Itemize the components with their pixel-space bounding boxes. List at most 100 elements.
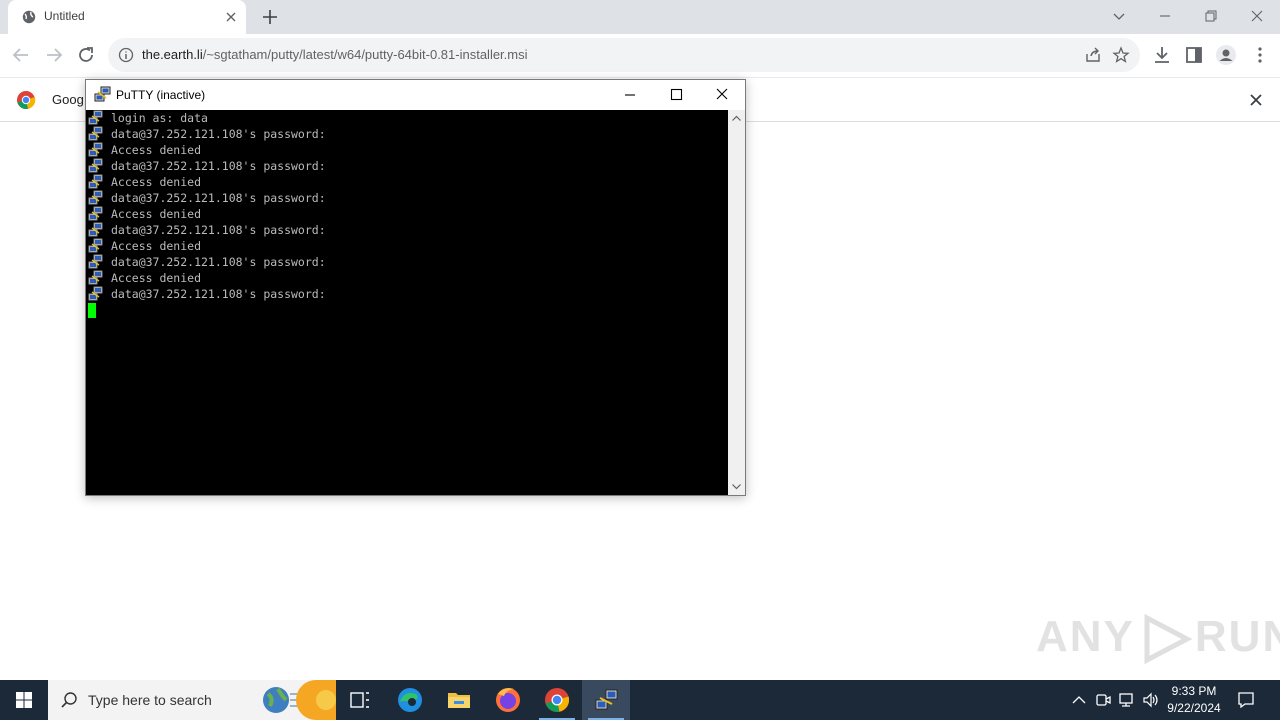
share-icon[interactable] <box>1084 46 1102 64</box>
putty-title: PuTTY (inactive) <box>116 88 206 102</box>
putty-icon <box>94 86 111 102</box>
desktop-screen: Untitled the.earth.li/~sgtatham/putty/la… <box>0 0 1280 720</box>
bookmark-star-icon[interactable] <box>1112 46 1130 64</box>
terminal-line-text: Access denied <box>111 239 202 253</box>
terminal-line-text: Access denied <box>111 207 202 221</box>
side-panel-icon[interactable] <box>1183 44 1205 66</box>
terminal-line-text: Access denied <box>111 143 202 157</box>
play-logo-icon <box>1144 614 1193 665</box>
terminal-line: Access denied <box>86 174 728 190</box>
firefox-icon[interactable] <box>484 680 532 720</box>
putty-line-icon <box>88 254 103 269</box>
scroll-down-arrow-icon[interactable] <box>728 478 745 495</box>
reload-icon[interactable] <box>75 44 97 66</box>
terminal-line: Access denied <box>86 270 728 286</box>
browser-toolbar: the.earth.li/~sgtatham/putty/latest/w64/… <box>0 34 1280 77</box>
file-explorer-icon[interactable] <box>435 680 483 720</box>
putty-line-icon <box>88 142 103 157</box>
terminal-output[interactable]: login as: data data@37.252.121.108's pas… <box>86 110 728 495</box>
terminal-line-text: data@37.252.121.108's password: <box>111 159 326 173</box>
show-hidden-icons-chevron-icon[interactable] <box>1070 691 1088 709</box>
putty-line-icon <box>88 286 103 301</box>
notification-center-icon[interactable] <box>1236 690 1256 710</box>
windows-start-icon[interactable] <box>0 680 48 720</box>
globe-icon <box>22 10 36 24</box>
chrome-icon <box>545 688 570 712</box>
network-icon[interactable] <box>1118 691 1136 709</box>
close-infobar-icon[interactable] <box>1248 92 1264 108</box>
putty-line-icon <box>88 270 103 285</box>
search-placeholder: Type here to search <box>88 692 212 708</box>
terminal-line: login as: data <box>86 110 728 126</box>
terminal-line-text: data@37.252.121.108's password: <box>111 223 326 237</box>
close-tab-icon[interactable] <box>222 8 240 26</box>
terminal-line: data@37.252.121.108's password: <box>86 222 728 238</box>
terminal-line-text: data@37.252.121.108's password: <box>111 191 326 205</box>
terminal-line-text: data@37.252.121.108's password: <box>111 127 326 141</box>
putty-title-bar[interactable]: PuTTY (inactive) <box>86 80 745 110</box>
putty-line-icon <box>88 238 103 253</box>
terminal-line: data@37.252.121.108's password: <box>86 190 728 206</box>
putty-line-icon <box>88 110 103 125</box>
chrome-taskbar-button[interactable] <box>533 680 581 720</box>
terminal-line: Access denied <box>86 206 728 222</box>
forward-arrow-icon[interactable] <box>43 44 65 66</box>
close-window-icon[interactable] <box>1247 6 1267 26</box>
back-arrow-icon[interactable] <box>10 44 32 66</box>
tab-strip: Untitled <box>0 0 1280 34</box>
putty-line-icon <box>88 174 103 189</box>
url-host: the.earth.li <box>142 47 203 62</box>
terminal-line: data@37.252.121.108's password: <box>86 254 728 270</box>
address-bar[interactable]: the.earth.li/~sgtatham/putty/latest/w64/… <box>108 38 1140 72</box>
search-highlight-illustration-icon <box>263 680 336 720</box>
minimize-icon[interactable] <box>1155 6 1175 26</box>
putty-maximize-icon[interactable] <box>653 80 699 110</box>
download-icon[interactable] <box>1151 44 1173 66</box>
url-text[interactable]: the.earth.li/~sgtatham/putty/latest/w64/… <box>142 47 528 62</box>
putty-minimize-icon[interactable] <box>607 80 653 110</box>
new-tab-icon[interactable] <box>260 7 280 27</box>
putty-line-icon <box>88 126 103 141</box>
chrome-logo-icon <box>17 91 36 109</box>
edge-browser-icon[interactable] <box>386 680 434 720</box>
restore-icon[interactable] <box>1201 6 1221 26</box>
putty-line-icon <box>88 158 103 173</box>
terminal-line-text: data@37.252.121.108's password: <box>111 287 326 301</box>
scroll-up-arrow-icon[interactable] <box>728 110 745 127</box>
terminal-line-text: Access denied <box>111 271 202 285</box>
terminal-line: data@37.252.121.108's password: <box>86 286 728 302</box>
menu-kebab-icon[interactable] <box>1249 44 1271 66</box>
taskbar-search-box[interactable]: Type here to search <box>48 680 336 720</box>
terminal-line: Access denied <box>86 238 728 254</box>
clock-date: 9/22/2024 <box>1167 701 1221 715</box>
putty-taskbar-button[interactable] <box>582 680 630 720</box>
anyrun-watermark: ANY RUN <box>1036 612 1280 665</box>
url-path: /~sgtatham/putty/latest/w64/putty-64bit-… <box>202 47 528 62</box>
putty-scrollbar[interactable] <box>728 110 745 495</box>
putty-line-icon <box>88 206 103 221</box>
profile-avatar-icon[interactable] <box>1215 44 1237 66</box>
putty-taskbar-icon <box>595 689 618 710</box>
putty-line-icon <box>88 222 103 237</box>
task-view-icon[interactable] <box>336 680 384 720</box>
search-icon <box>61 692 77 708</box>
terminal-cursor <box>88 303 96 318</box>
volume-icon[interactable] <box>1142 691 1160 709</box>
clock-time: 9:33 PM <box>1171 684 1217 698</box>
terminal-line: data@37.252.121.108's password: <box>86 158 728 174</box>
tab-untitled[interactable]: Untitled <box>8 0 246 34</box>
tab-search-chevron-icon[interactable] <box>1109 6 1129 26</box>
watermark-left: ANY <box>1036 612 1135 661</box>
putty-close-icon[interactable] <box>699 80 745 110</box>
system-clock[interactable]: 9:33 PM 9/22/2024 <box>1160 683 1228 717</box>
meet-now-icon[interactable] <box>1094 691 1112 709</box>
terminal-line-text: data@37.252.121.108's password: <box>111 255 326 269</box>
info-bar-text: Goog <box>52 92 84 107</box>
putty-window[interactable]: PuTTY (inactive) login as: data data@37.… <box>85 79 746 496</box>
windows-taskbar: Type here to search 9:33 PM 9/22/2024 <box>0 680 1280 720</box>
watermark-right: RUN <box>1194 612 1280 661</box>
site-info-icon[interactable] <box>118 47 134 63</box>
terminal-line-text: login as: data <box>111 111 208 125</box>
terminal-line: Access denied <box>86 142 728 158</box>
putty-line-icon <box>88 190 103 205</box>
